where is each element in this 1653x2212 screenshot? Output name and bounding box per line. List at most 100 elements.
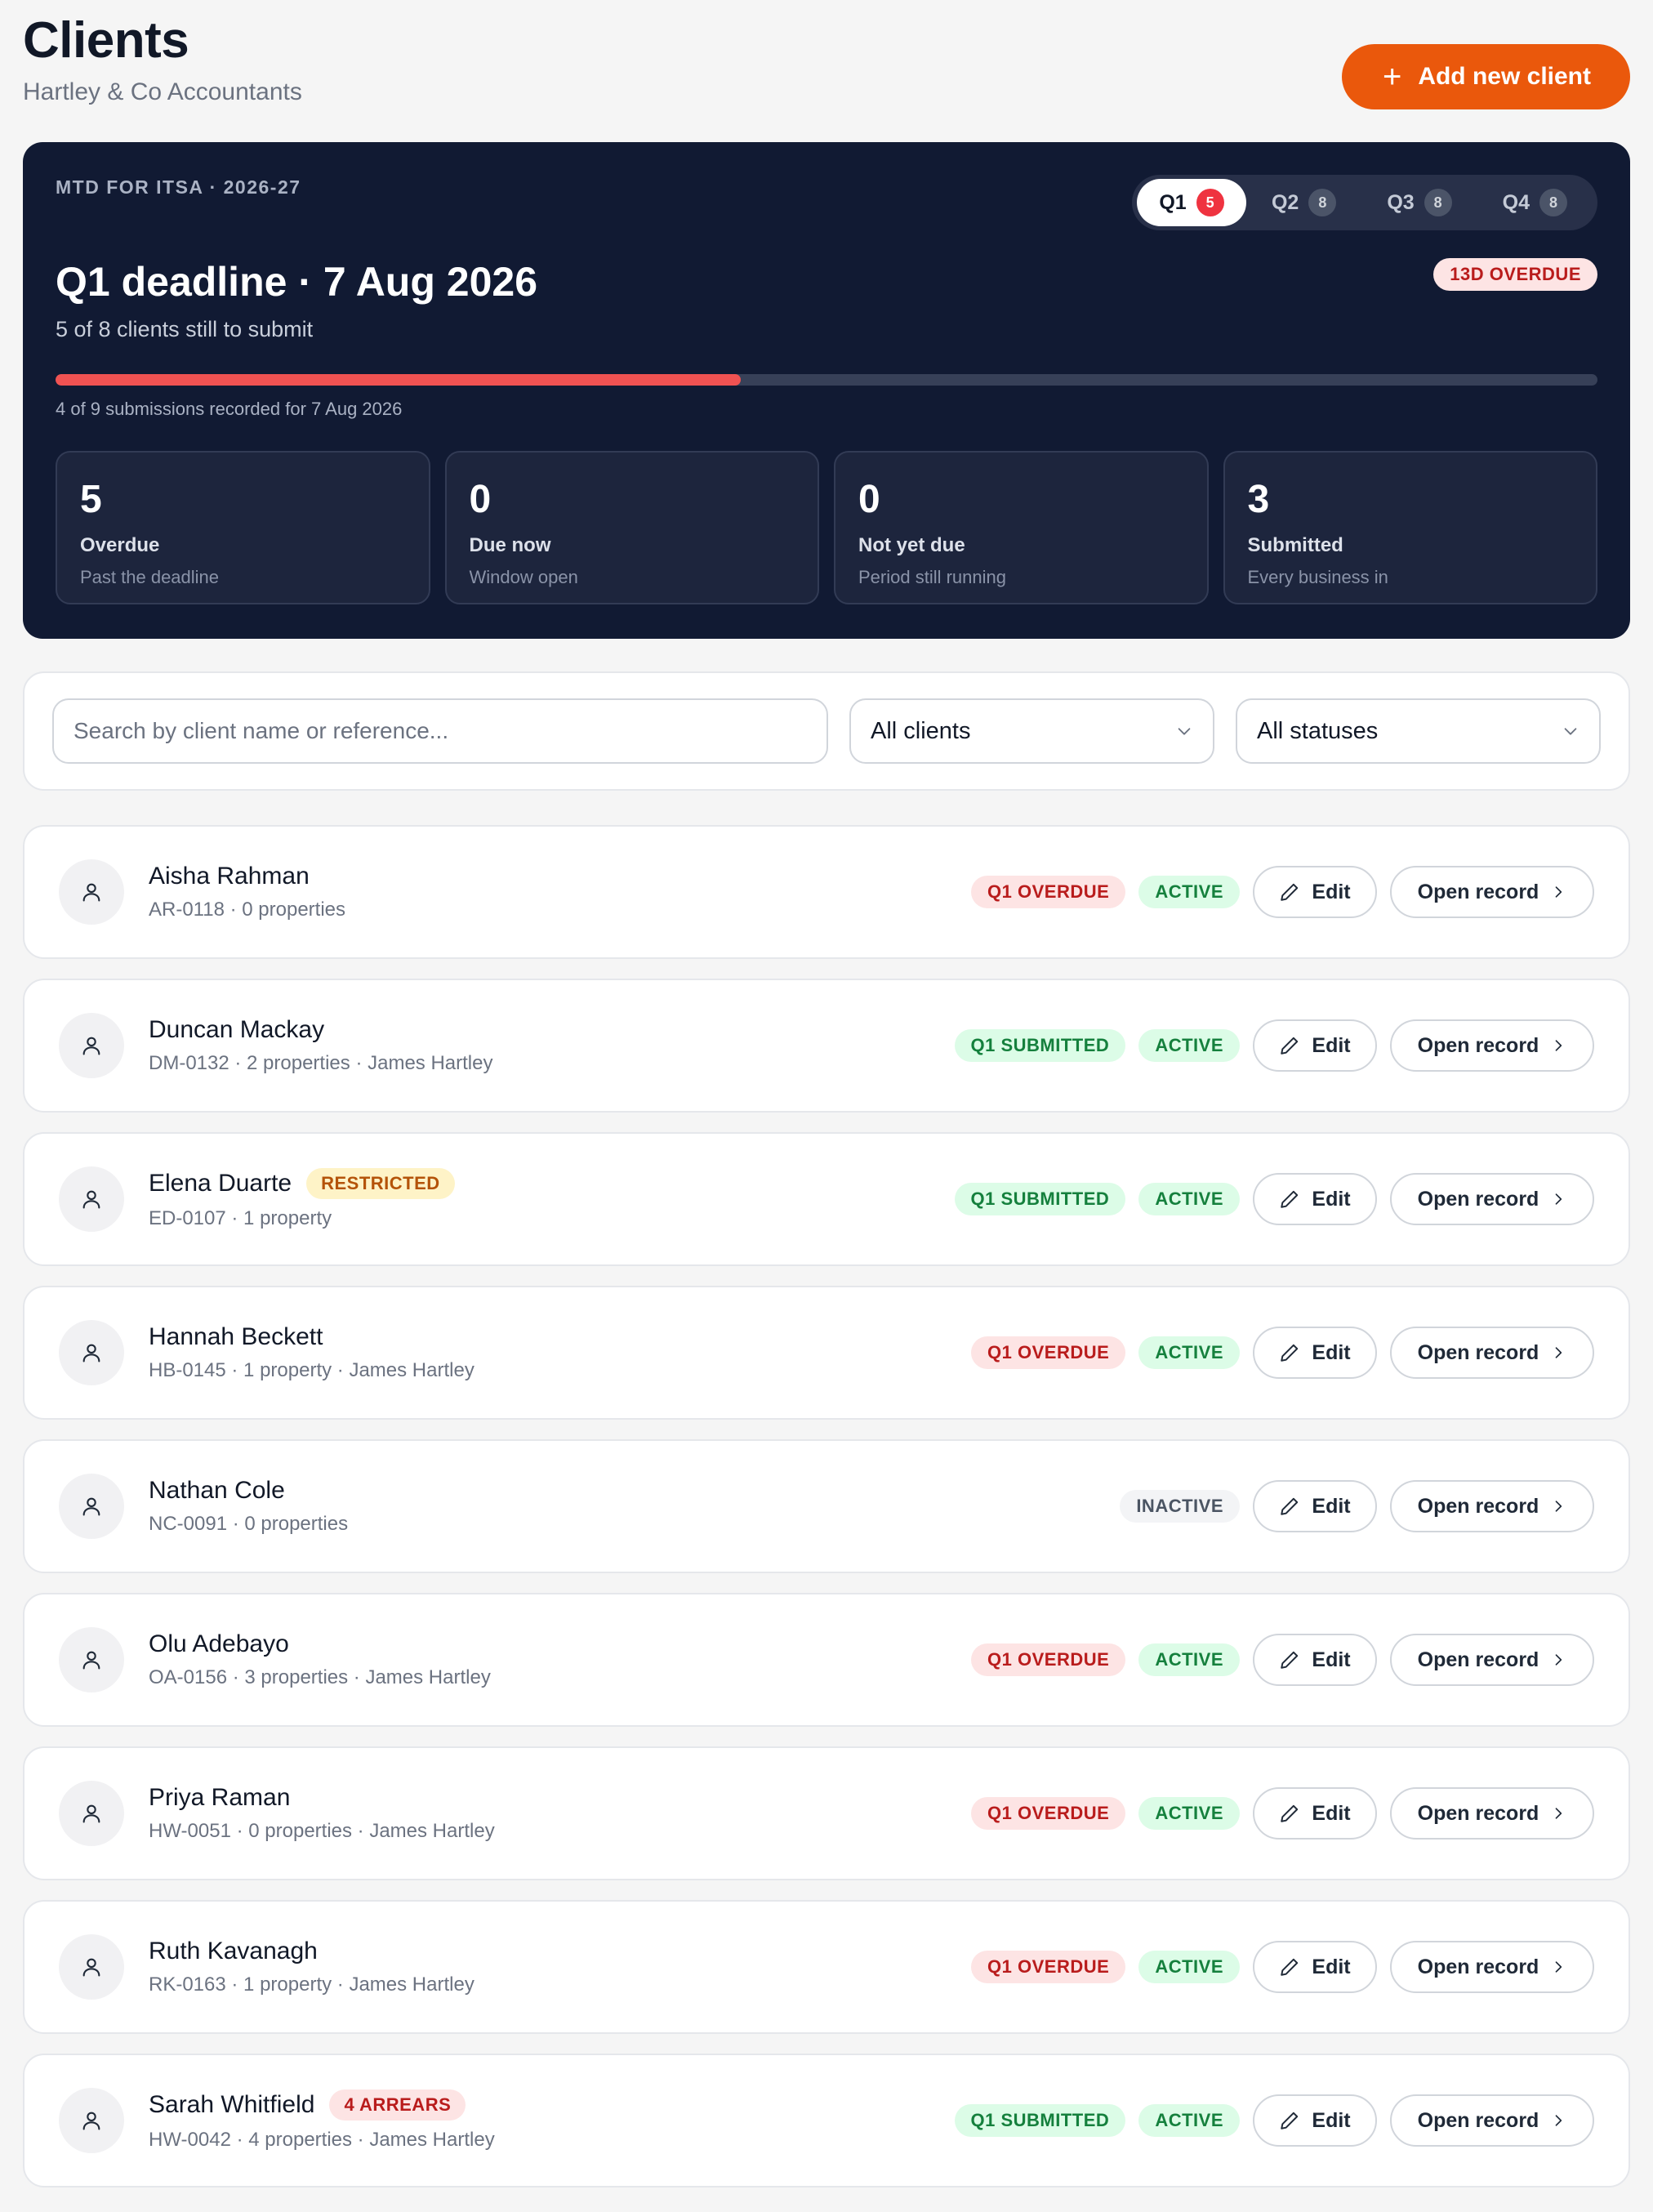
client-name: Elena Duarte [149,1170,292,1197]
pencil-icon [1281,883,1299,901]
submission-progress-fill [56,374,742,386]
client-flag-badge: 4 ARREARS [329,2089,466,2121]
edit-button-label: Edit [1312,1187,1351,1211]
client-filter-value: All clients [871,717,971,744]
user-icon [82,1804,100,1823]
avatar [59,1320,124,1385]
account-status-badge: ACTIVE [1138,876,1240,908]
client-name-line: Duncan Mackay [149,1016,955,1044]
stat-submitted-label: Submitted [1247,534,1343,556]
chevron-right-icon [1555,1193,1562,1205]
pencil-icon [1281,1037,1299,1055]
client-row-aisha-rahman[interactable]: Aisha Rahman AR-0118 · 0 properties Q1 O… [23,825,1630,959]
client-name-line: Ruth Kavanagh [149,1938,971,1965]
open-record-button[interactable]: Open record [1390,1634,1594,1686]
avatar [59,2088,124,2153]
open-record-button[interactable]: Open record [1390,1327,1594,1379]
client-row-hannah-beckett[interactable]: Hannah Beckett HB-0145 · 1 property · Ja… [23,1286,1630,1420]
open-record-button[interactable]: Open record [1390,1480,1594,1532]
summary-eyebrow: MTD FOR ITSA · 2026-27 [56,176,301,198]
edit-button[interactable]: Edit [1253,1019,1377,1072]
open-record-button[interactable]: Open record [1390,1787,1594,1840]
open-record-button[interactable]: Open record [1390,1173,1594,1225]
account-status-badge: ACTIVE [1138,1029,1240,1062]
status-filter-select[interactable]: All statuses [1236,698,1601,764]
account-status-badge: INACTIVE [1120,1490,1240,1523]
client-info: Nathan Cole NC-0091 · 0 properties [149,1477,1120,1536]
client-row-olu-adebayo[interactable]: Olu Adebayo OA-0156 · 3 properties · Jam… [23,1593,1630,1727]
client-actions: Q1 OVERDUE ACTIVE Edit Open record [971,1634,1594,1686]
open-record-button-label: Open record [1417,2108,1539,2132]
chevron-right-icon [1555,1808,1562,1819]
stat-due-now-value: 0 [469,478,492,521]
user-icon [82,1190,100,1209]
avatar [59,859,124,925]
chevron-right-icon [1555,1347,1562,1358]
client-meta: DM-0132 · 2 properties · James Hartley [149,1052,493,1074]
user-icon [82,2112,100,2130]
user-icon [82,883,100,902]
client-name-line: Sarah Whitfield 4 ARREARS [149,2089,955,2121]
stat-overdue[interactable]: 5 Overdue Past the deadline [56,451,430,604]
chevron-right-icon [1555,1040,1562,1051]
open-record-button-label: Open record [1417,1494,1539,1518]
pencil-icon [1281,1958,1299,1976]
client-row-duncan-mackay[interactable]: Duncan Mackay DM-0132 · 2 properties · J… [23,979,1630,1113]
stat-submitted-description: Every business in [1247,567,1388,587]
edit-button[interactable]: Edit [1253,866,1377,918]
client-info: Elena Duarte RESTRICTED ED-0107 · 1 prop… [149,1168,955,1230]
page-header: Clients Hartley & Co Accountants + Add n… [23,0,1630,142]
open-record-button[interactable]: Open record [1390,866,1594,918]
edit-button[interactable]: Edit [1253,2094,1377,2147]
chevron-right-icon [1555,2115,1562,2126]
client-row-priya-raman[interactable]: Priya Raman HW-0051 · 0 properties · Jam… [23,1746,1630,1880]
tab-q1-label: Q1 [1159,190,1187,214]
client-row-nathan-cole[interactable]: Nathan Cole NC-0091 · 0 properties INACT… [23,1439,1630,1573]
edit-button[interactable]: Edit [1253,1327,1377,1379]
edit-button[interactable]: Edit [1253,1787,1377,1840]
client-name: Nathan Cole [149,1477,285,1504]
search-input[interactable] [52,698,828,764]
tab-q1[interactable]: Q1 5 [1137,179,1246,226]
client-info: Hannah Beckett HB-0145 · 1 property · Ja… [149,1323,971,1382]
tab-q4[interactable]: Q4 8 [1477,179,1593,226]
edit-button[interactable]: Edit [1253,1941,1377,1993]
avatar [59,1627,124,1692]
stat-due-now[interactable]: 0 Due now Window open [444,451,819,604]
open-record-button[interactable]: Open record [1390,1941,1594,1993]
edit-button[interactable]: Edit [1253,1634,1377,1686]
edit-button-label: Edit [1312,1648,1351,1671]
page-title: Clients [23,12,189,69]
client-info: Aisha Rahman AR-0118 · 0 properties [149,863,971,921]
stat-submitted[interactable]: 3 Submitted Every business in [1223,451,1597,604]
page-subtitle: Hartley & Co Accountants [23,78,302,105]
client-row-elena-duarte[interactable]: Elena Duarte RESTRICTED ED-0107 · 1 prop… [23,1132,1630,1266]
user-icon [82,1497,100,1516]
pencil-icon [1281,1651,1299,1669]
open-record-button[interactable]: Open record [1390,2094,1594,2147]
stat-submitted-value: 3 [1247,478,1270,521]
client-filter-select[interactable]: All clients [849,698,1214,764]
open-record-button[interactable]: Open record [1390,1019,1594,1072]
tab-q2[interactable]: Q2 8 [1246,179,1361,226]
edit-button[interactable]: Edit [1253,1480,1377,1532]
client-row-ruth-kavanagh[interactable]: Ruth Kavanagh RK-0163 · 1 property · Jam… [23,1900,1630,2034]
client-name-line: Nathan Cole [149,1477,1120,1505]
client-actions: Q1 SUBMITTED ACTIVE Edit Open record [954,2094,1594,2147]
client-meta: ED-0107 · 1 property [149,1207,332,1229]
add-new-client-button[interactable]: + Add new client [1341,44,1630,109]
client-meta: HW-0051 · 0 properties · James Hartley [149,1820,495,1842]
quarter-status-badge: Q1 SUBMITTED [954,1029,1126,1062]
stat-not-yet-due[interactable]: 0 Not yet due Period still running [834,451,1209,604]
edit-button[interactable]: Edit [1253,1173,1377,1225]
client-name-line: Hannah Beckett [149,1323,971,1351]
stat-overdue-description: Past the deadline [80,567,220,587]
edit-button-label: Edit [1312,1494,1351,1518]
user-icon [82,1344,100,1362]
client-actions: Q1 OVERDUE ACTIVE Edit Open record [971,1327,1594,1379]
client-row-sarah-whitfield[interactable]: Sarah Whitfield 4 ARREARS HW-0042 · 4 pr… [23,2054,1630,2187]
tab-q3[interactable]: Q3 8 [1361,179,1477,226]
stat-not-yet-due-value: 0 [858,478,880,521]
open-record-button-label: Open record [1417,1955,1539,1978]
client-info: Sarah Whitfield 4 ARREARS HW-0042 · 4 pr… [149,2089,955,2152]
